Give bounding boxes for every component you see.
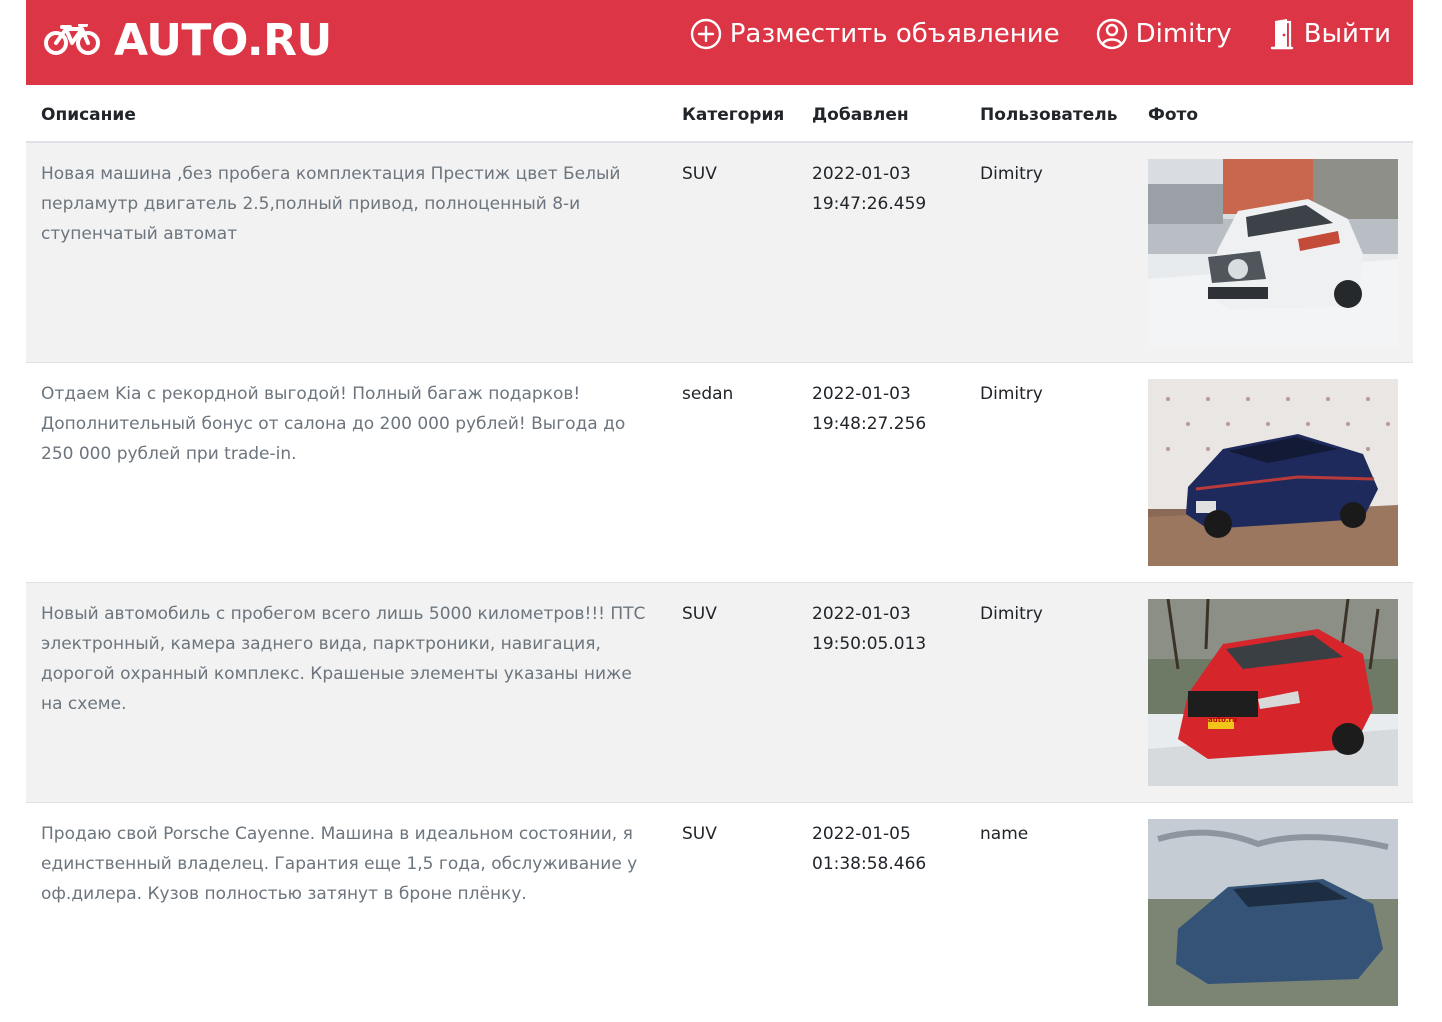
row-category: SUV xyxy=(682,803,812,1022)
header-description: Описание xyxy=(26,85,682,142)
row-category: sedan xyxy=(682,363,812,583)
row-category: SUV xyxy=(682,142,812,363)
row-photo-cell xyxy=(1148,363,1413,583)
row-user: Dimitry xyxy=(980,142,1148,363)
row-photo-cell xyxy=(1148,142,1413,363)
header-added: Добавлен xyxy=(812,85,980,142)
brand-link[interactable]: AUTO.RU xyxy=(44,10,332,70)
bicycle-icon xyxy=(44,24,100,56)
user-link[interactable]: Dimitry xyxy=(1096,18,1232,50)
logout-label: Выйти xyxy=(1304,19,1391,49)
header-category: Категория xyxy=(682,85,812,142)
logout-link[interactable]: Выйти xyxy=(1268,18,1391,50)
header-user: Пользователь xyxy=(980,85,1148,142)
row-date-day: 2022-01-03 xyxy=(812,604,911,624)
row-date: 2022-01-03 19:48:27.256 xyxy=(812,363,980,583)
row-date-time: 19:47:26.459 xyxy=(812,194,926,214)
row-description: Новый автомобиль с пробегом всего лишь 5… xyxy=(26,583,682,803)
user-label: Dimitry xyxy=(1136,19,1232,49)
row-description: Отдаем Kia с рекордной выгодой! Полный б… xyxy=(26,363,682,583)
row-photo-cell xyxy=(1148,803,1413,1022)
blue-porsche-photo xyxy=(1148,819,1398,1006)
table-header-row: Описание Категория Добавлен Пользователь… xyxy=(26,85,1413,142)
nav-links: Разместить объявление Dimitry xyxy=(690,18,1391,50)
row-user: Dimitry xyxy=(980,363,1148,583)
listings-table: Описание Категория Добавлен Пользователь… xyxy=(26,85,1413,1022)
row-date: 2022-01-03 19:47:26.459 xyxy=(812,142,980,363)
row-user: Dimitry xyxy=(980,583,1148,803)
row-photo-cell: auto.ru xyxy=(1148,583,1413,803)
row-date-time: 01:38:58.466 xyxy=(812,854,926,874)
table-row: Отдаем Kia с рекордной выгодой! Полный б… xyxy=(26,363,1413,583)
row-date-day: 2022-01-03 xyxy=(812,164,911,184)
row-user: name xyxy=(980,803,1148,1022)
row-date-day: 2022-01-03 xyxy=(812,384,911,404)
plus-circle-icon xyxy=(690,18,722,50)
row-date-time: 19:48:27.256 xyxy=(812,414,926,434)
post-ad-link[interactable]: Разместить объявление xyxy=(690,18,1060,50)
auto-ru-badge: auto.ru xyxy=(1208,715,1237,725)
post-ad-label: Разместить объявление xyxy=(730,19,1060,49)
brand-name: AUTO.RU xyxy=(114,15,332,66)
table-row: Новый автомобиль с пробегом всего лишь 5… xyxy=(26,583,1413,803)
header-photo: Фото xyxy=(1148,85,1413,142)
row-description: Новая машина ,без пробега комплектация П… xyxy=(26,142,682,363)
door-icon xyxy=(1268,18,1296,50)
red-suv-photo: auto.ru xyxy=(1148,599,1398,786)
navbar: AUTO.RU Разместить объявление Dimitry xyxy=(26,0,1413,85)
row-date-time: 19:50:05.013 xyxy=(812,634,926,654)
row-description: Продаю свой Porsche Cayenne. Машина в ид… xyxy=(26,803,682,1022)
user-circle-icon xyxy=(1096,18,1128,50)
row-date-day: 2022-01-05 xyxy=(812,824,911,844)
blue-sedan-photo xyxy=(1148,379,1398,566)
table-row: Продаю свой Porsche Cayenne. Машина в ид… xyxy=(26,803,1413,1022)
white-suv-photo xyxy=(1148,159,1398,346)
row-date: 2022-01-03 19:50:05.013 xyxy=(812,583,980,803)
table-row: Новая машина ,без пробега комплектация П… xyxy=(26,142,1413,363)
row-category: SUV xyxy=(682,583,812,803)
row-date: 2022-01-05 01:38:58.466 xyxy=(812,803,980,1022)
